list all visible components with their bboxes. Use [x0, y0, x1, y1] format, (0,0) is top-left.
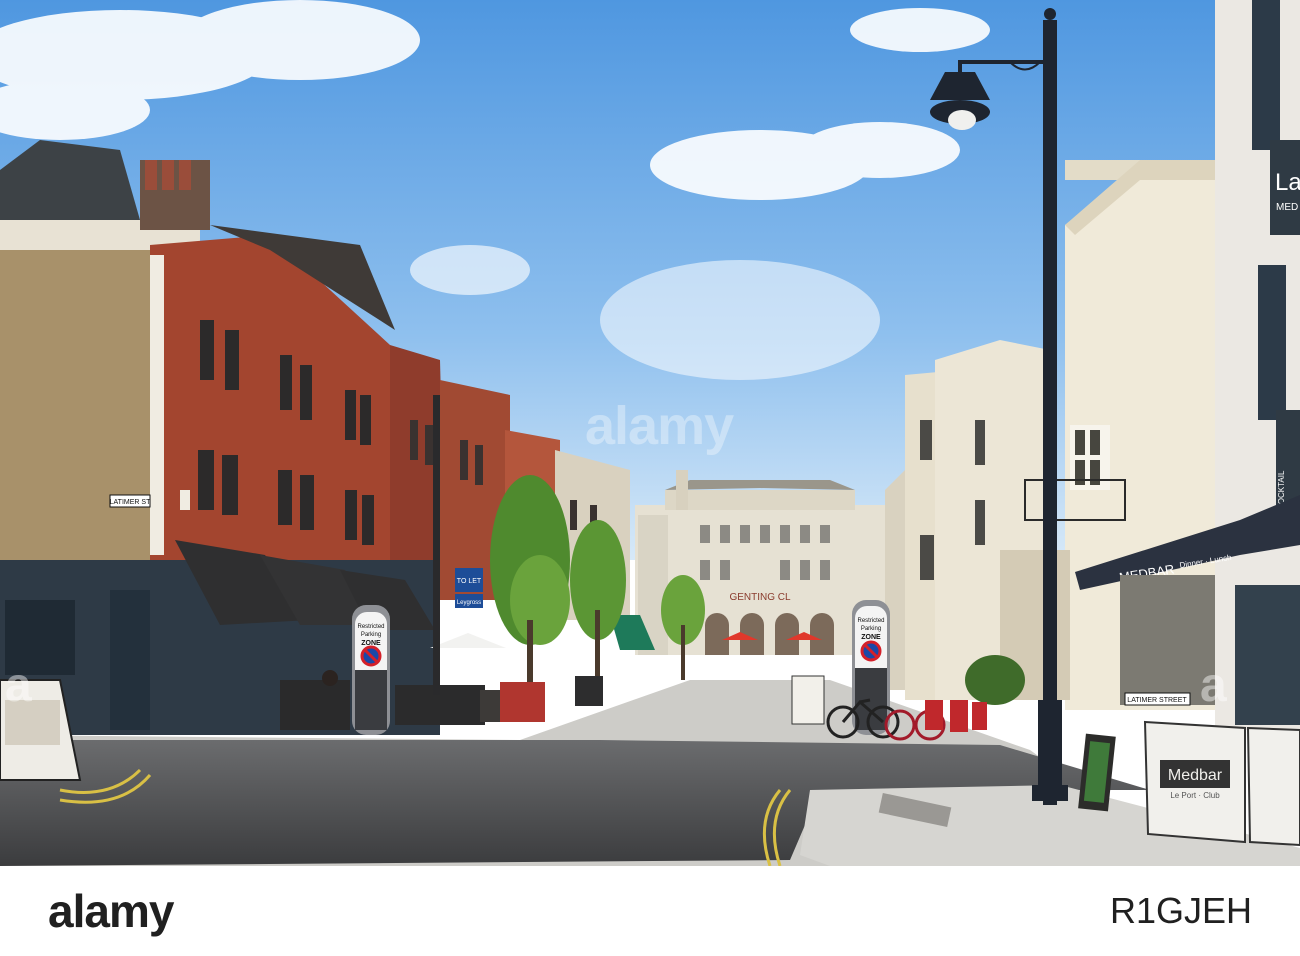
medbar-banner-sub: Le Port · Club [1170, 791, 1220, 800]
latimer-street-sign: LATIMER STREET [1127, 697, 1187, 704]
medbar-banner-text: Medbar [1168, 767, 1223, 784]
restricted-left-line2: Parking [361, 632, 381, 638]
right-shop-sub: MED [1276, 202, 1298, 213]
street-lamp-left [433, 395, 440, 695]
restricted-right-line1: Restricted [857, 618, 884, 624]
restricted-left-line1: Restricted [357, 624, 384, 630]
letting-agent-board: Leygross [457, 600, 481, 606]
restricted-right-line2: Parking [861, 626, 881, 632]
restricted-right-line3: ZONE [861, 634, 881, 641]
street-sign-left: LATIMER ST [110, 499, 151, 506]
right-shop-sign: La [1275, 169, 1300, 196]
cafe-seating-left [280, 670, 603, 730]
footer-image-id: R1GJEH [1109, 890, 1252, 931]
to-let-board: TO LET [457, 578, 482, 585]
footer-logo: alamy [48, 885, 174, 937]
building-name: GENTING CL [729, 592, 791, 603]
sandwich-board-middle [791, 675, 825, 725]
street-photo: GENTING CL LATIMER ST TO LET Leygross La… [0, 0, 1300, 866]
restricted-parking-sign-left: Restricted Parking ZONE [352, 605, 390, 735]
stock-footer: alamy R1GJEH [0, 866, 1300, 956]
red-chairs [925, 700, 987, 732]
